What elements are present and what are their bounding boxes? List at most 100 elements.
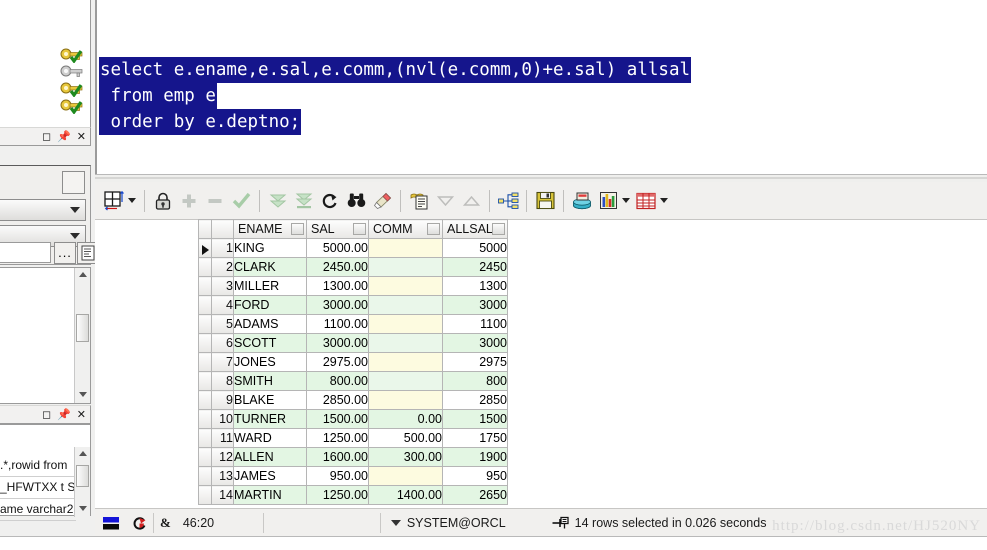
scrollbar-thumb[interactable]	[76, 314, 89, 342]
close-icon[interactable]: ✕	[77, 408, 86, 421]
cell-sal[interactable]: 1300.00	[306, 276, 369, 296]
cell-sal[interactable]: 800.00	[306, 371, 369, 391]
script-document-icon-button[interactable]	[77, 242, 95, 264]
cell-allsal[interactable]: 1750	[442, 428, 508, 448]
cell-comm[interactable]	[368, 257, 443, 277]
cell-ename[interactable]: ALLEN	[233, 447, 307, 467]
chevron-down-icon[interactable]	[622, 198, 630, 203]
table-row[interactable]: 4 FORD 3000.00 3000	[198, 295, 508, 315]
chevron-down-icon[interactable]	[660, 198, 668, 203]
column-header-ename[interactable]: ENAME	[233, 219, 307, 239]
table-row[interactable]: 12 ALLEN 1600.00 300.00 1900	[198, 447, 508, 467]
cell-sal[interactable]: 1250.00	[306, 428, 369, 448]
cell-comm[interactable]: 0.00	[368, 409, 443, 429]
cell-ename[interactable]: BLAKE	[233, 390, 307, 410]
cell-comm[interactable]	[368, 333, 443, 353]
cell-ename[interactable]: KING	[233, 238, 307, 258]
table-row[interactable]: 2 CLARK 2450.00 2450	[198, 257, 508, 277]
cell-allsal[interactable]: 800	[442, 371, 508, 391]
table-row[interactable]: 8 SMITH 800.00 800	[198, 371, 508, 391]
results-grid[interactable]: ENAME SAL COMM ALLSAL 1 KING 5000.00 5000 2 C…	[198, 219, 508, 505]
cell-allsal[interactable]: 1300	[442, 276, 508, 296]
hierarchy-icon[interactable]	[495, 186, 521, 216]
cell-comm[interactable]	[368, 352, 443, 372]
table-row[interactable]: 5 ADAMS 1100.00 1100	[198, 314, 508, 334]
row-selector-cell[interactable]	[198, 257, 212, 277]
scrollbar-thumb[interactable]	[76, 465, 89, 487]
connection-indicator[interactable]	[95, 510, 126, 536]
list-item[interactable]	[60, 64, 86, 81]
name-filter-input[interactable]	[0, 242, 51, 263]
cell-ename[interactable]: WARD	[233, 428, 307, 448]
browse-button[interactable]: ...	[54, 242, 76, 264]
row-selector-cell[interactable]	[198, 447, 212, 467]
maximize-icon[interactable]: ◻	[42, 130, 51, 143]
close-icon[interactable]: ✕	[77, 130, 86, 143]
cell-comm[interactable]	[368, 276, 443, 296]
chevron-down-icon[interactable]	[128, 198, 136, 203]
column-resize-grip[interactable]	[492, 223, 505, 235]
report-grid-icon[interactable]	[633, 186, 659, 216]
cell-ename[interactable]: TURNER	[233, 409, 307, 429]
lock-icon[interactable]	[150, 186, 176, 216]
cell-ename[interactable]: SCOTT	[233, 333, 307, 353]
cell-sal[interactable]: 2975.00	[306, 352, 369, 372]
row-selector-cell[interactable]	[198, 295, 212, 315]
cell-comm[interactable]	[368, 390, 443, 410]
scroll-up-icon[interactable]	[75, 447, 90, 462]
table-row[interactable]: 6 SCOTT 3000.00 3000	[198, 333, 508, 353]
scroll-down-icon[interactable]	[75, 388, 90, 403]
row-selector-cell[interactable]	[198, 352, 212, 372]
row-selector-cell[interactable]	[198, 333, 212, 353]
list-item[interactable]: _HFWTXX t SEl	[0, 477, 76, 499]
chart-icon[interactable]	[595, 186, 621, 216]
row-selector-cell[interactable]	[198, 371, 212, 391]
column-resize-grip[interactable]	[291, 223, 304, 235]
chevron-down-icon[interactable]	[390, 520, 401, 526]
row-selector-cell[interactable]	[198, 466, 212, 486]
vertical-scrollbar[interactable]	[74, 447, 90, 517]
sql-text-selection[interactable]: select e.ename,e.sal,e.comm,(nvl(e.comm,…	[99, 57, 692, 135]
cell-sal[interactable]: 2450.00	[306, 257, 369, 277]
copy-to-clipboard-icon[interactable]	[406, 186, 432, 216]
table-row[interactable]: 13 JAMES 950.00 950	[198, 466, 508, 486]
cell-ename[interactable]: CLARK	[233, 257, 307, 277]
cell-comm[interactable]: 500.00	[368, 428, 443, 448]
list-item[interactable]	[60, 81, 86, 98]
row-selector-cell[interactable]	[198, 390, 212, 410]
cell-sal[interactable]: 5000.00	[306, 238, 369, 258]
cell-allsal[interactable]: 3000	[442, 333, 508, 353]
sql-editor[interactable]: select e.ename,e.sal,e.comm,(nvl(e.comm,…	[95, 0, 987, 174]
vertical-scrollbar[interactable]	[74, 268, 90, 403]
table-row[interactable]: 10 TURNER 1500.00 0.00 1500	[198, 409, 508, 429]
column-header-comm[interactable]: COMM	[368, 219, 443, 239]
scroll-up-icon[interactable]	[75, 268, 90, 283]
table-row[interactable]: 14 MARTIN 1250.00 1400.00 2650	[198, 485, 508, 505]
table-row[interactable]: 9 BLAKE 2850.00 2850	[198, 390, 508, 410]
cell-sal[interactable]: 3000.00	[306, 333, 369, 353]
cell-allsal[interactable]: 1900	[442, 447, 508, 467]
cell-allsal[interactable]: 1500	[442, 409, 508, 429]
cell-comm[interactable]: 300.00	[368, 447, 443, 467]
cell-ename[interactable]: MARTIN	[233, 485, 307, 505]
cell-allsal[interactable]: 2450	[442, 257, 508, 277]
scroll-down-icon[interactable]	[75, 502, 90, 517]
cell-allsal[interactable]: 2975	[442, 352, 508, 372]
cell-sal[interactable]: 2850.00	[306, 390, 369, 410]
cell-allsal[interactable]: 3000	[442, 295, 508, 315]
binoculars-icon[interactable]	[343, 186, 369, 216]
row-selector-cell[interactable]	[198, 276, 212, 296]
cell-ename[interactable]: SMITH	[233, 371, 307, 391]
cell-comm[interactable]	[368, 295, 443, 315]
cell-allsal[interactable]: 2650	[442, 485, 508, 505]
cell-ename[interactable]: JONES	[233, 352, 307, 372]
cell-comm[interactable]	[368, 371, 443, 391]
list-item[interactable]	[60, 47, 86, 64]
cell-comm[interactable]	[368, 314, 443, 334]
list-item[interactable]: .*,rowid from	[0, 455, 76, 477]
cell-sal[interactable]: 1100.00	[306, 314, 369, 334]
cell-ename[interactable]: JAMES	[233, 466, 307, 486]
column-resize-grip[interactable]	[353, 223, 366, 235]
cell-sal[interactable]: 950.00	[306, 466, 369, 486]
list-item[interactable]	[60, 98, 86, 115]
